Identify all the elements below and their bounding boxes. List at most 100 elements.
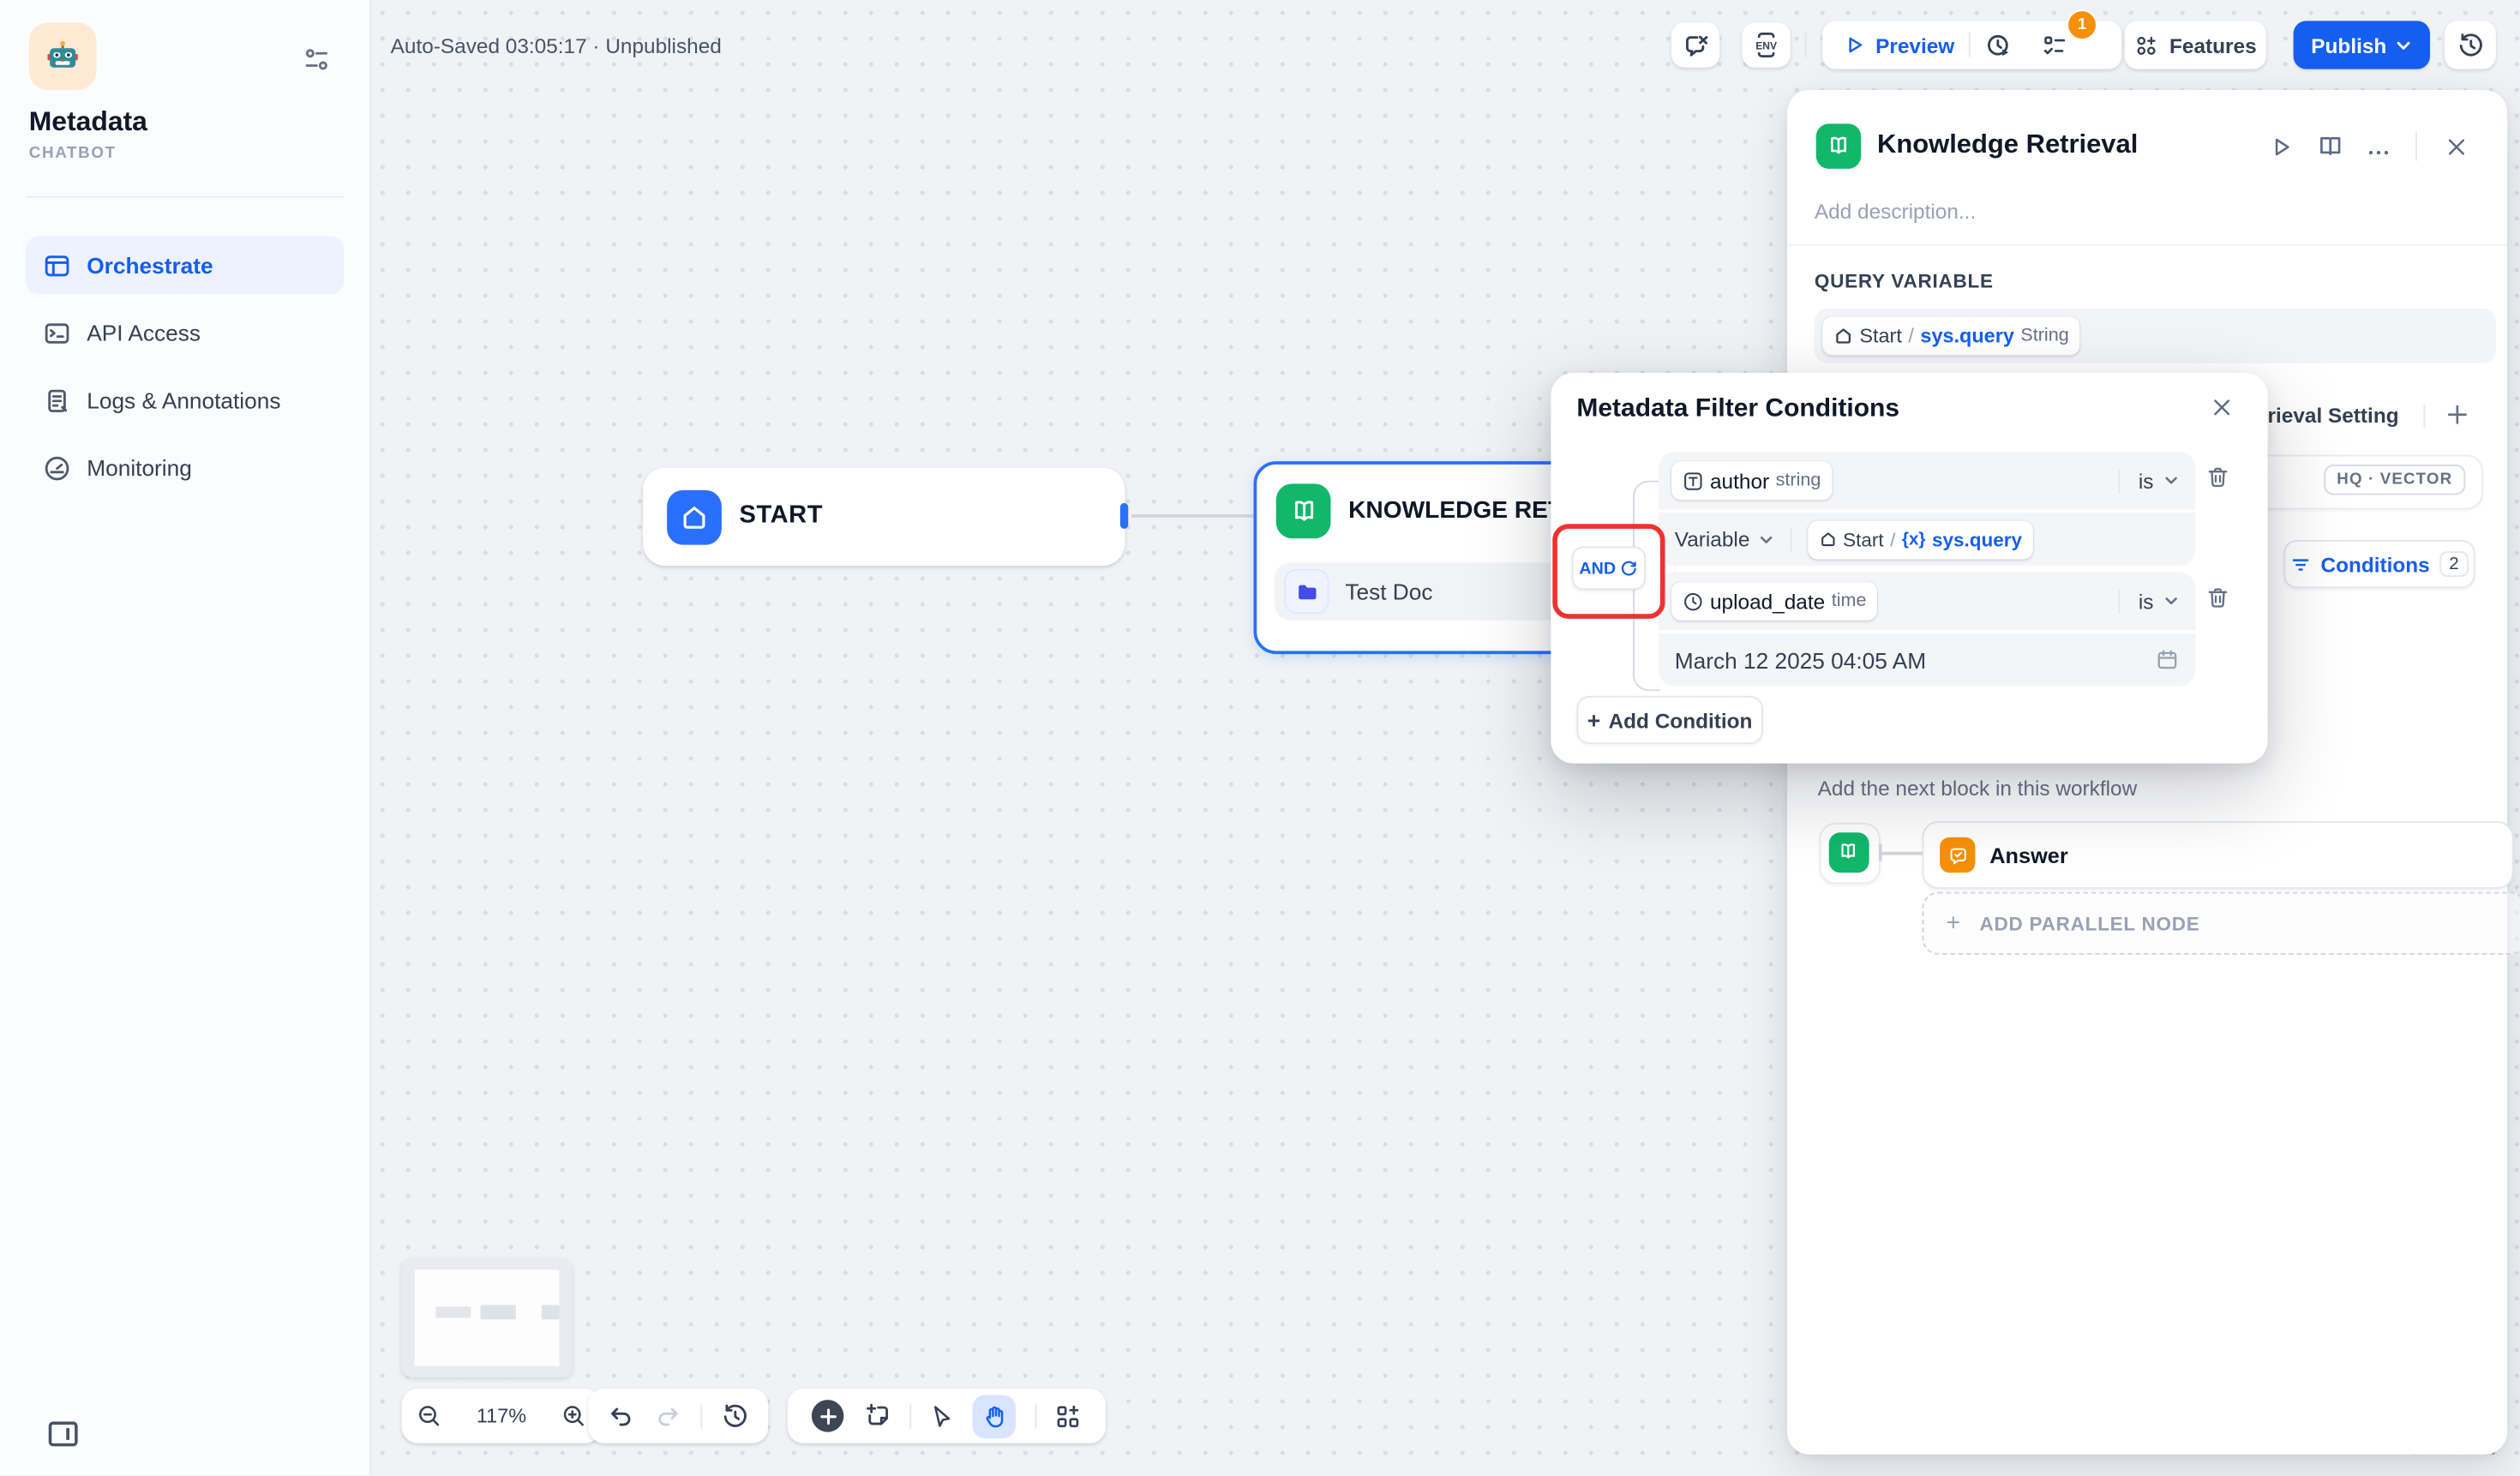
app-type-label: CHATBOT: [29, 145, 117, 163]
add-note-icon[interactable]: [862, 1401, 891, 1431]
metadata-filter-modal: Metadata Filter Conditions author string…: [1551, 373, 2267, 764]
sidebar-item-monitoring[interactable]: Monitoring: [26, 439, 344, 497]
query-variable-row[interactable]: Start / sys.query String: [1815, 309, 2496, 363]
delete-condition-icon[interactable]: [2205, 465, 2231, 490]
knowledge-book-icon: [1828, 831, 1869, 872]
swap-operator-icon: [1621, 560, 1639, 578]
version-history-button[interactable]: [2445, 21, 2496, 69]
undo-icon[interactable]: [608, 1402, 635, 1430]
env-variables-button[interactable]: ENV: [1743, 22, 1791, 68]
zoom-toolbar: 117%: [402, 1389, 602, 1443]
close-panel-icon[interactable]: [2445, 135, 2469, 159]
preview-group: Preview 1: [1822, 21, 2121, 69]
comparator-select[interactable]: is: [2118, 469, 2180, 493]
connector-tick: [1879, 843, 1882, 861]
add-knowledge-icon[interactable]: [2445, 402, 2470, 428]
divider: [2424, 405, 2426, 428]
delete-condition-icon[interactable]: [2205, 585, 2231, 611]
panel-title[interactable]: Knowledge Retrieval: [1877, 130, 2138, 161]
node-config-panel: Knowledge Retrieval Add description... Q…: [1787, 90, 2507, 1455]
condition-row: author string is Variable: [1659, 452, 2195, 566]
run-history-button[interactable]: [1971, 32, 2027, 59]
sidebar-item-label: Logs & Annotations: [87, 387, 280, 413]
start-node[interactable]: START: [643, 468, 1125, 566]
zoom-out-icon[interactable]: [417, 1403, 442, 1429]
chevron-down-icon: [2163, 593, 2180, 609]
edge-start-to-knowledge: [1131, 514, 1257, 518]
plus-glyph: +: [1947, 909, 1960, 937]
answer-icon: [1940, 837, 1975, 873]
minimap-node: [435, 1306, 471, 1317]
field-pill[interactable]: author string: [1671, 461, 1833, 500]
env-icon: ENV: [1750, 29, 1783, 62]
zoom-in-icon[interactable]: [561, 1403, 586, 1429]
edge-source-handle[interactable]: [1120, 503, 1128, 529]
divider: [2415, 132, 2417, 161]
filter-icon: [2290, 554, 2311, 574]
knowledge-book-icon: [1276, 483, 1331, 538]
panel-divider: [1787, 244, 2507, 246]
conversation-variables-button[interactable]: [1671, 22, 1719, 68]
home-icon: [1819, 531, 1837, 549]
hand-tool-button[interactable]: [973, 1395, 1017, 1438]
publish-button[interactable]: Publish: [2294, 21, 2430, 69]
time-type-icon: [1683, 591, 1703, 611]
add-condition-button[interactable]: + Add Condition: [1576, 696, 1763, 744]
monitoring-icon: [44, 454, 71, 482]
run-step-icon[interactable]: [2270, 135, 2294, 159]
answer-next-block[interactable]: Answer: [1923, 821, 2514, 889]
docs-book-icon[interactable]: [2318, 134, 2343, 159]
clock-play-icon: [1985, 32, 2013, 59]
more-options-icon[interactable]: [2366, 140, 2391, 165]
logs-icon: [44, 387, 71, 414]
metadata-conditions-button[interactable]: Conditions 2: [2283, 540, 2475, 588]
app-avatar[interactable]: [29, 22, 97, 90]
orchestrate-icon: [44, 251, 71, 279]
add-parallel-node-button[interactable]: + ADD PARALLEL NODE: [1923, 892, 2520, 955]
sidebar-item-logs-annotations[interactable]: Logs & Annotations: [26, 371, 344, 429]
app-sidebar: Metadata CHATBOT Orchestrate API Access: [0, 0, 371, 1475]
description-placeholder[interactable]: Add description...: [1815, 200, 1976, 224]
home-icon: [667, 490, 722, 545]
checklist-icon: [2042, 32, 2069, 59]
tools-toolbar: [788, 1389, 1106, 1443]
dataset-name: Test Doc: [1345, 579, 1432, 604]
minimap[interactable]: [402, 1258, 573, 1377]
undo-toolbar: [588, 1389, 768, 1443]
organize-layout-icon[interactable]: [1054, 1402, 1082, 1430]
app-title: Metadata: [29, 106, 147, 139]
app-settings-icon[interactable]: [303, 45, 332, 75]
divider: [701, 1404, 703, 1428]
close-modal-icon[interactable]: [2210, 395, 2234, 419]
variable-value-pill[interactable]: Start / {x} sys.query: [1808, 520, 2033, 559]
collapse-panel-icon[interactable]: [48, 1421, 79, 1449]
field-pill[interactable]: upload_date time: [1671, 582, 1878, 621]
svg-text:ENV: ENV: [1755, 39, 1777, 51]
calendar-icon[interactable]: [2155, 648, 2179, 672]
conditions-count-badge: 2: [2439, 551, 2469, 577]
divider: [909, 1404, 911, 1428]
date-value[interactable]: March 12 2025 04:05 AM: [1675, 647, 1926, 673]
string-type-icon: [1683, 470, 1703, 490]
pointer-tool-icon[interactable]: [929, 1403, 955, 1429]
chat-variable-icon: [1682, 32, 1709, 59]
sidebar-item-api-access[interactable]: API Access: [26, 303, 344, 362]
redo-icon[interactable]: [654, 1402, 681, 1430]
knowledge-book-icon: [1816, 123, 1862, 169]
zoom-level[interactable]: 117%: [477, 1405, 526, 1427]
play-icon: [1844, 33, 1866, 56]
value-mode-select[interactable]: Variable: [1675, 527, 1774, 551]
chevron-down-icon: [2395, 36, 2413, 54]
features-button[interactable]: Features: [2125, 21, 2266, 69]
preview-button[interactable]: Preview: [1829, 33, 1969, 57]
features-icon: [2134, 33, 2158, 57]
change-history-icon[interactable]: [722, 1402, 749, 1430]
sidebar-divider: [26, 196, 344, 198]
sidebar-item-label: API Access: [87, 320, 201, 345]
sidebar-item-orchestrate[interactable]: Orchestrate: [26, 237, 344, 295]
history-icon: [2457, 32, 2484, 59]
logical-operator-toggle[interactable]: AND: [1572, 547, 1646, 591]
comparator-select[interactable]: is: [2118, 589, 2180, 613]
add-node-button[interactable]: [812, 1400, 844, 1432]
sidebar-item-label: Orchestrate: [87, 252, 213, 278]
